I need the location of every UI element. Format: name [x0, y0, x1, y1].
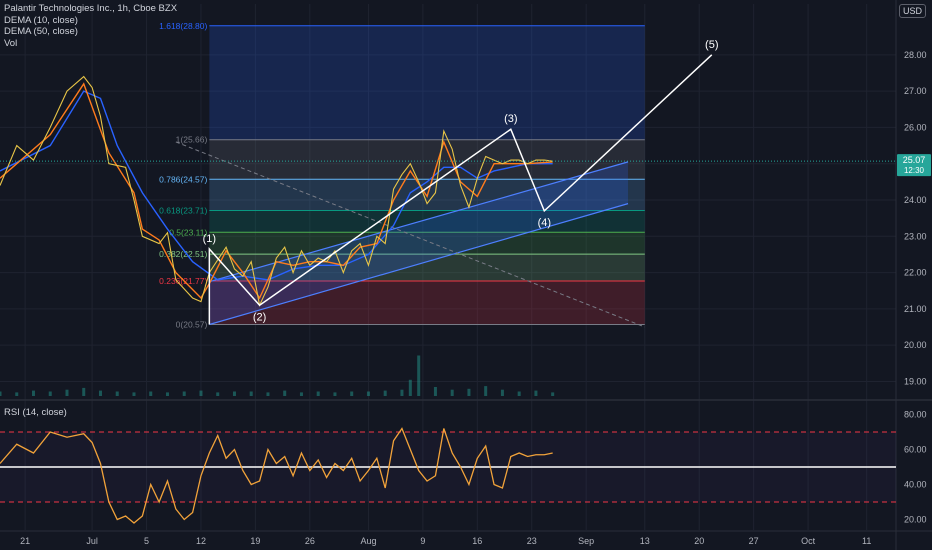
volume-legend[interactable]: Vol: [4, 38, 177, 50]
volume-bar: [433, 387, 437, 396]
chart-canvas[interactable]: 0(20.57)0.236(21.77)0.382(22.51)0.5(23.1…: [0, 0, 932, 550]
rsi-axis-tick-label: 40.00: [904, 480, 927, 490]
price-axis-tick-label: 24.00: [904, 195, 927, 205]
volume-bar: [299, 392, 303, 396]
fib-level-label: 0(20.57): [176, 319, 208, 329]
time-axis-tick-label: 27: [749, 536, 759, 546]
indicator-legend: Palantir Technologies Inc., 1h, Cboe BZX…: [4, 3, 177, 49]
rsi-axis-tick-label: 20.00: [904, 515, 927, 525]
rsi-legend[interactable]: RSI (14, close): [4, 407, 67, 418]
rsi-axis-tick-label: 60.00: [904, 445, 927, 455]
fib-level-label: 1(25.66): [176, 135, 208, 145]
rsi-panel: [0, 427, 896, 524]
volume-bar: [232, 391, 236, 396]
price-axis-tick-label: 21.00: [904, 304, 927, 314]
volume-bar: [216, 392, 220, 396]
price-axis-tick-label: 20.00: [904, 340, 927, 350]
volume-bar: [283, 390, 287, 396]
time-axis-tick-label: Oct: [801, 536, 816, 546]
volume-bar: [15, 392, 19, 396]
time-axis-tick-label: 19: [250, 536, 260, 546]
current-price-value: 25.07: [903, 155, 926, 165]
volume-bar: [98, 390, 102, 396]
volume-bar: [316, 391, 320, 396]
wave-label: (4): [538, 217, 551, 229]
volume-bar: [182, 391, 186, 396]
volume-bar: [165, 392, 169, 396]
price-axis-tick-label: 22.00: [904, 268, 927, 278]
volume-bar: [417, 355, 421, 396]
wave-label: (2): [253, 311, 266, 323]
time-axis-tick-label: 9: [420, 536, 425, 546]
volume-bar: [484, 386, 488, 396]
volume-bar: [65, 389, 69, 396]
volume-bar: [115, 391, 119, 396]
volume-bar: [266, 392, 270, 396]
time-axis-tick-label: 26: [305, 536, 315, 546]
volume-bar: [366, 391, 370, 396]
fib-zone: [209, 139, 645, 180]
fib-level-label: 0.786(24.57): [159, 174, 207, 184]
volume-bar: [132, 392, 136, 396]
volume-bar: [0, 391, 2, 396]
volume-bar: [383, 390, 387, 396]
time-axis-tick-label: 21: [20, 536, 30, 546]
rsi-axis-tick-label: 80.00: [904, 410, 927, 420]
volume-bar: [400, 389, 404, 396]
volume-bar: [551, 392, 555, 396]
dema10-legend[interactable]: DEMA (10, close): [4, 15, 177, 27]
bar-countdown: 12:30: [904, 166, 925, 175]
wave-label: (5): [705, 39, 718, 51]
time-axis-tick-label: 13: [640, 536, 650, 546]
time-axis-tick-label: 11: [862, 536, 871, 546]
volume-bar: [450, 389, 454, 396]
time-axis-tick-label: Aug: [360, 536, 376, 546]
volume-bar: [534, 390, 538, 396]
wave-label: (3): [504, 113, 517, 125]
volume-bar: [350, 391, 354, 396]
price-axis-tick-label: 27.00: [904, 86, 927, 96]
price-axis-tick-label: 19.00: [904, 376, 927, 386]
time-axis-tick-label: 16: [472, 536, 482, 546]
price-axis-tick-label: 28.00: [904, 50, 927, 60]
volume-bar: [149, 391, 153, 396]
volume-bar: [467, 388, 471, 396]
volume-bar: [408, 379, 412, 396]
wave-label: (1): [203, 233, 216, 245]
volume-bar: [48, 391, 52, 396]
volume-bar: [517, 391, 521, 396]
fib-zone: [209, 25, 645, 140]
volume-bar: [199, 390, 203, 396]
volume-bar: [333, 392, 337, 396]
time-axis-tick-label: 5: [144, 536, 149, 546]
time-axis-tick-label: 20: [694, 536, 704, 546]
volume-bar: [82, 387, 86, 396]
currency-button[interactable]: USD: [898, 4, 926, 18]
volume-bar: [249, 391, 253, 396]
time-axis-tick-label: 12: [196, 536, 206, 546]
volume-bar: [31, 390, 35, 396]
symbol-title[interactable]: Palantir Technologies Inc., 1h, Cboe BZX: [4, 3, 177, 15]
time-axis-tick-label: 23: [527, 536, 537, 546]
time-axis-tick-label: Sep: [578, 536, 594, 546]
dema50-legend[interactable]: DEMA (50, close): [4, 26, 177, 38]
price-axis-tick-label: 23.00: [904, 231, 927, 241]
volume-bar: [500, 389, 504, 396]
time-axis-tick-label: Jul: [86, 536, 98, 546]
price-axis-tick-label: 26.00: [904, 122, 927, 132]
fib-level-label: 0.618(23.71): [159, 206, 207, 216]
volume-bars: [0, 355, 555, 396]
